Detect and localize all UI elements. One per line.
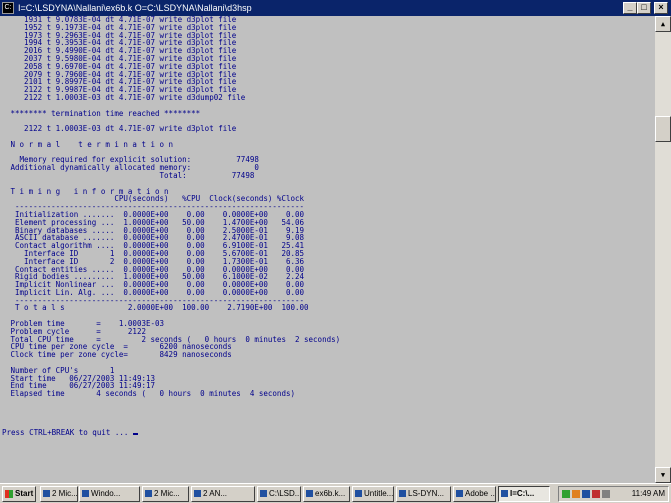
app-icon	[82, 490, 89, 497]
console-line: 2122 t 1.0003E-03 dt 4.71E-07 write d3du…	[6, 92, 246, 102]
scroll-down-button[interactable]: ▼	[655, 467, 671, 483]
scroll-up-button[interactable]: ▲	[655, 16, 671, 32]
app-icon	[456, 490, 463, 497]
system-tray: 11:49 AM	[558, 486, 669, 502]
console-line: 2122 t 1.0003E-03 dt 4.71E-07 write d3pl…	[6, 124, 237, 134]
taskbar-button-label: C:\LSD...	[269, 489, 301, 498]
taskbar-button-label: Windo...	[91, 489, 121, 498]
app-icon	[194, 490, 201, 497]
taskbar-button[interactable]: 2 AN...	[191, 486, 255, 502]
command-prompt-icon[interactable]: C:	[2, 2, 14, 14]
windows-logo-icon	[5, 490, 13, 498]
taskbar-button-label: Untitle...	[364, 489, 394, 498]
scroll-thumb[interactable]	[655, 116, 671, 142]
taskbar: Start 2 Mic... Windo... 2 Mic... 2 AN... C:\…	[0, 483, 671, 503]
app-icon	[43, 490, 50, 497]
quit-prompt: Press CTRL+BREAK to quit ...	[2, 429, 138, 437]
tray-app-icon[interactable]	[572, 490, 580, 498]
console-line: Clock time per zone cycle= 8429 nanoseco…	[6, 350, 232, 360]
vertical-scrollbar[interactable]: ▲ ▼	[655, 16, 671, 483]
taskbar-button-label: LS-DYN...	[408, 489, 445, 498]
close-button[interactable]: ×	[654, 2, 668, 14]
taskbar-button-label: 2 Mic...	[52, 489, 78, 498]
start-button[interactable]: Start	[2, 486, 36, 502]
taskbar-button-label: Adobe ...	[465, 489, 496, 498]
console-line: T o t a l s 2.0000E+00 100.00 2.7190E+00…	[6, 303, 309, 313]
taskbar-button-label: I=C:\...	[510, 489, 535, 498]
console-line: N o r m a l t e r m i n a t i o n	[6, 139, 174, 149]
text-cursor	[132, 433, 138, 435]
taskbar-button-label: ex6b.k...	[315, 489, 346, 498]
minimize-button[interactable]: _	[623, 2, 637, 14]
console-text: 1931 t 9.0783E-04 dt 4.71E-07 write d3pl…	[0, 16, 655, 398]
taskbar-button[interactable]: 2 Mic...	[40, 486, 78, 502]
taskbar-button[interactable]: LS-DYN...	[396, 486, 451, 502]
network-icon[interactable]	[562, 490, 570, 498]
taskbar-button[interactable]: 2 Mic...	[142, 486, 189, 502]
tray-app-icon[interactable]	[582, 490, 590, 498]
app-icon	[501, 490, 508, 497]
tray-app-icon[interactable]	[592, 490, 600, 498]
app-icon	[399, 490, 406, 497]
taskbar-button[interactable]: Untitle...	[352, 486, 394, 502]
window-title: I=C:\LSDYNA\Nallani\ex6b.k O=C:\LSDYNA\N…	[18, 3, 252, 13]
console-line: Elapsed time 4 seconds ( 0 hours 0 minut…	[6, 389, 295, 399]
quit-prompt-text: Press CTRL+BREAK to quit ...	[2, 428, 133, 437]
taskbar-button-label: 2 AN...	[203, 489, 228, 498]
app-icon	[145, 490, 152, 497]
taskbar-button[interactable]: ex6b.k...	[303, 486, 350, 502]
maximize-button[interactable]: □	[637, 2, 651, 14]
clock[interactable]: 11:49 AM	[632, 487, 665, 501]
taskbar-button-label: 2 Mic...	[154, 489, 180, 498]
volume-icon[interactable]	[602, 490, 610, 498]
console-line: Total: 77498	[6, 170, 255, 180]
app-icon	[355, 490, 362, 497]
title-bar: C: I=C:\LSDYNA\Nallani\ex6b.k O=C:\LSDYN…	[0, 0, 671, 16]
console-output[interactable]: 1931 t 9.0783E-04 dt 4.71E-07 write d3pl…	[0, 16, 655, 483]
app-icon	[306, 490, 313, 497]
console-line: ******** termination time reached ******…	[6, 108, 201, 118]
app-icon	[260, 490, 267, 497]
start-label: Start	[15, 489, 34, 498]
taskbar-button[interactable]: C:\LSD...	[257, 486, 301, 502]
taskbar-button[interactable]: Adobe ...	[453, 486, 496, 502]
taskbar-button[interactable]: Windo...	[79, 486, 140, 502]
taskbar-button[interactable]: I=C:\...	[498, 486, 550, 502]
